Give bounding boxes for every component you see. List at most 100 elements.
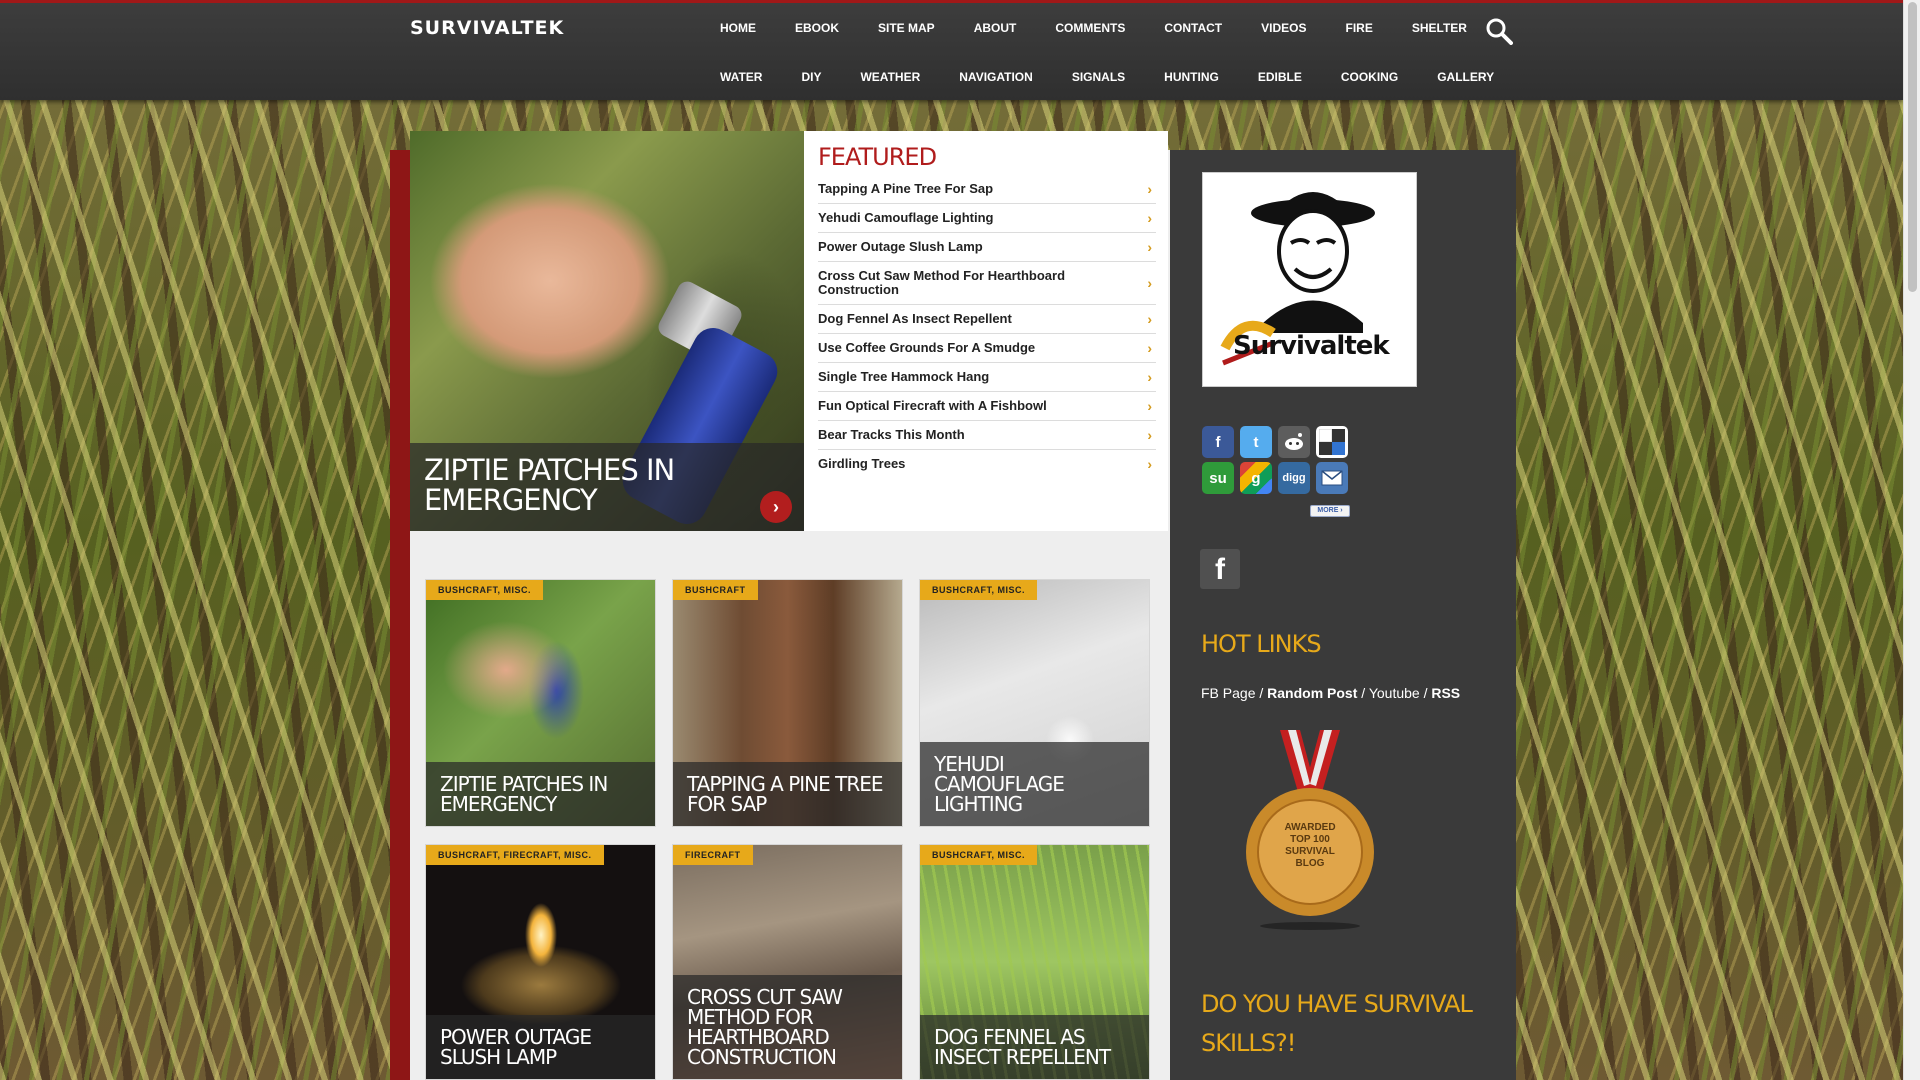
featured-item-label[interactable]: Single Tree Hammock Hang <box>818 369 989 384</box>
delicious-icon[interactable] <box>1316 426 1348 458</box>
featured-item-label[interactable]: Yehudi Camouflage Lighting <box>818 210 994 225</box>
nav-site-map[interactable]: SITE MAP <box>878 21 935 35</box>
featured-item[interactable]: Girdling Trees › <box>818 450 1156 478</box>
featured-item-label[interactable]: Use Coffee Grounds For A Smudge <box>818 340 1035 355</box>
nav-ebook[interactable]: EBOOK <box>795 21 839 35</box>
featured-item[interactable]: Fun Optical Firecraft with A Fishbowl › <box>818 392 1156 421</box>
featured-list: Tapping A Pine Tree For Sap › Yehudi Camo… <box>818 175 1156 478</box>
digg-icon[interactable]: digg <box>1278 462 1310 494</box>
featured-item[interactable]: Single Tree Hammock Hang › <box>818 363 1156 392</box>
hotlink-youtube[interactable]: Youtube <box>1369 685 1420 701</box>
hero-caption: ZIPTIE PATCHES IN EMERGENCY <box>410 443 804 531</box>
post-card[interactable]: BUSHCRAFT, MISC. ZIPTIE PATCHES IN EMERG… <box>425 579 656 827</box>
hotlink-separator: / <box>1419 685 1432 701</box>
chevron-right-icon: › <box>1147 456 1152 472</box>
hero-slider[interactable]: ZIPTIE PATCHES IN EMERGENCY › <box>410 131 804 531</box>
post-card-title[interactable]: CROSS CUT SAW METHOD FOR HEARTHBOARD CON… <box>673 975 902 1079</box>
featured-item-label[interactable]: Fun Optical Firecraft with A Fishbowl <box>818 398 1047 413</box>
more-share-button[interactable]: MORE › <box>1310 505 1350 517</box>
hotlink-rss[interactable]: RSS <box>1431 685 1460 701</box>
post-card[interactable]: BUSHCRAFT, FIRECRAFT, MISC. POWER OUTAGE… <box>425 844 656 1080</box>
featured-item[interactable]: Yehudi Camouflage Lighting › <box>818 204 1156 233</box>
featured-item[interactable]: Cross Cut Saw Method For Hearthboard Con… <box>818 262 1156 305</box>
featured-item-label[interactable]: Power Outage Slush Lamp <box>818 239 983 254</box>
post-card-category-tag[interactable]: BUSHCRAFT, MISC. <box>920 845 1037 865</box>
post-card[interactable]: BUSHCRAFT, MISC. YEHUDI CAMOUFLAGE LIGHT… <box>919 579 1150 827</box>
post-card-title[interactable]: ZIPTIE PATCHES IN EMERGENCY <box>426 762 655 826</box>
logo-wordmark: Survivaltek <box>1233 331 1390 361</box>
chevron-right-icon: › <box>1147 311 1152 327</box>
nav-contact[interactable]: CONTACT <box>1164 21 1222 35</box>
hero-next-arrow-icon[interactable]: › <box>760 491 792 523</box>
post-card[interactable]: BUSHCRAFT TAPPING A PINE TREE FOR SAP <box>672 579 903 827</box>
nav-fire[interactable]: FIRE <box>1346 21 1373 35</box>
nav-about[interactable]: ABOUT <box>974 21 1017 35</box>
featured-panel: FEATURED Tapping A Pine Tree For Sap › Ye… <box>804 131 1168 531</box>
nav-weather[interactable]: WEATHER <box>860 70 920 84</box>
hotlink-fb-page[interactable]: FB Page <box>1201 685 1255 701</box>
nav-signals[interactable]: SIGNALS <box>1072 70 1125 84</box>
chevron-right-icon: › <box>1147 275 1152 291</box>
chevron-right-icon: › <box>1147 239 1152 255</box>
post-card-title[interactable]: POWER OUTAGE SLUSH LAMP <box>426 1015 655 1079</box>
post-card-category-tag[interactable]: BUSHCRAFT, MISC. <box>426 580 543 600</box>
nav-edible[interactable]: EDIBLE <box>1258 70 1302 84</box>
stumbleupon-icon[interactable]: su <box>1202 462 1234 494</box>
scrollbar-thumb[interactable] <box>1908 2 1917 292</box>
top-100-survival-blog-badge[interactable]: AWARDED TOP 100 SURVIVAL BLOG <box>1240 730 1380 930</box>
featured-item[interactable]: Tapping A Pine Tree For Sap › <box>818 175 1156 204</box>
chevron-right-icon: › <box>1147 369 1152 385</box>
post-card[interactable]: BUSHCRAFT, MISC. DOG FENNEL AS INSECT RE… <box>919 844 1150 1080</box>
post-card-category-tag[interactable]: BUSHCRAFT, FIRECRAFT, MISC. <box>426 845 604 865</box>
nav-row-secondary: WATER DIY WEATHER NAVIGATION SIGNALS HUN… <box>720 70 1533 84</box>
hot-links: FB Page / Random Post / Youtube / RSS <box>1201 685 1460 701</box>
search-icon[interactable] <box>1485 17 1513 45</box>
nav-comments[interactable]: COMMENTS <box>1055 21 1125 35</box>
post-card-category-tag[interactable]: BUSHCRAFT, MISC. <box>920 580 1037 600</box>
email-icon[interactable] <box>1316 462 1348 494</box>
post-card-title[interactable]: TAPPING A PINE TREE FOR SAP <box>673 762 902 826</box>
hotlink-random-post[interactable]: Random Post <box>1267 685 1357 701</box>
reddit-icon[interactable] <box>1278 426 1310 458</box>
twitter-icon[interactable]: t <box>1240 426 1272 458</box>
facebook-page-icon[interactable]: f <box>1200 549 1240 589</box>
badge-line: BLOG <box>1295 858 1325 869</box>
post-card-category-tag[interactable]: FIRECRAFT <box>673 845 753 865</box>
featured-item-label[interactable]: Dog Fennel As Insect Repellent <box>818 311 1012 326</box>
nav-hunting[interactable]: HUNTING <box>1164 70 1219 84</box>
chevron-right-icon: › <box>1147 210 1152 226</box>
badge-text: AWARDED TOP 100 SURVIVAL BLOG <box>1240 822 1380 870</box>
google-icon[interactable]: g <box>1240 462 1272 494</box>
hot-links-heading: HOT LINKS <box>1201 630 1322 658</box>
chevron-right-icon: › <box>1147 398 1152 414</box>
site-logo[interactable]: SURVIVALTEK <box>410 17 564 39</box>
featured-item[interactable]: Use Coffee Grounds For A Smudge › <box>818 334 1156 363</box>
featured-item[interactable]: Bear Tracks This Month › <box>818 421 1156 450</box>
featured-item-label[interactable]: Bear Tracks This Month <box>818 427 965 442</box>
nav-home[interactable]: HOME <box>720 21 756 35</box>
survival-skills-heading: DO YOU HAVE SURVIVAL SKILLS?! <box>1201 990 1473 1057</box>
survivaltek-logo-image[interactable]: Survivaltek <box>1202 172 1417 387</box>
featured-item-label[interactable]: Tapping A Pine Tree For Sap <box>818 181 993 196</box>
post-card-category-tag[interactable]: BUSHCRAFT <box>673 580 758 600</box>
page-scrollbar[interactable] <box>1903 0 1920 1080</box>
nav-gallery[interactable]: GALLERY <box>1437 70 1494 84</box>
nav-videos[interactable]: VIDEOS <box>1261 21 1306 35</box>
post-card[interactable]: FIRECRAFT CROSS CUT SAW METHOD FOR HEART… <box>672 844 903 1080</box>
content-red-strip <box>390 150 410 1080</box>
featured-item[interactable]: Power Outage Slush Lamp › <box>818 233 1156 262</box>
nav-diy[interactable]: DIY <box>801 70 821 84</box>
nav-water[interactable]: WATER <box>720 70 762 84</box>
facebook-icon[interactable]: f <box>1202 426 1234 458</box>
post-card-title[interactable]: YEHUDI CAMOUFLAGE LIGHTING <box>920 742 1149 826</box>
hero-title[interactable]: ZIPTIE PATCHES IN EMERGENCY <box>424 455 790 515</box>
featured-item-label[interactable]: Cross Cut Saw Method For Hearthboard Con… <box>818 268 1065 297</box>
post-card-title[interactable]: DOG FENNEL AS INSECT REPELLENT <box>920 1015 1149 1079</box>
badge-line: AWARDED <box>1284 822 1336 833</box>
badge-line: SURVIVAL <box>1285 846 1335 857</box>
featured-item-label[interactable]: Girdling Trees <box>818 456 905 471</box>
nav-shelter[interactable]: SHELTER <box>1412 21 1467 35</box>
featured-item[interactable]: Dog Fennel As Insect Repellent › <box>818 305 1156 334</box>
nav-cooking[interactable]: COOKING <box>1341 70 1398 84</box>
nav-navigation[interactable]: NAVIGATION <box>959 70 1033 84</box>
